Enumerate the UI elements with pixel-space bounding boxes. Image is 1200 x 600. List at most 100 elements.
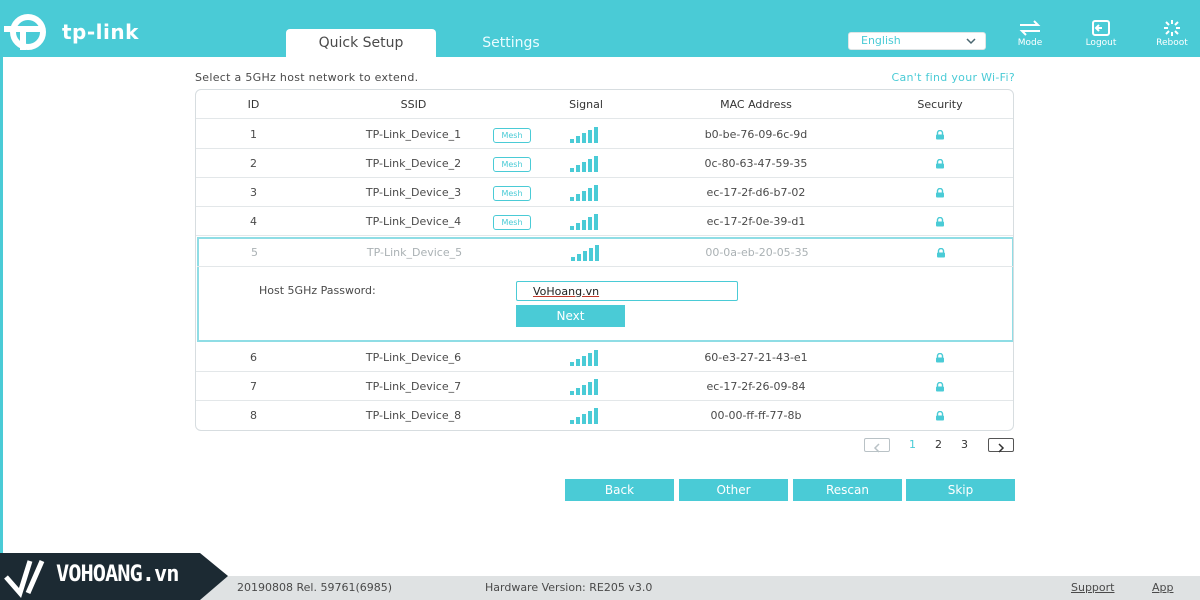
selected-network-panel: 5 TP-Link_Device_5 00-0a-eb-20-05-35 Hos… — [197, 237, 1013, 342]
signal-bar — [582, 414, 586, 424]
next-page-button[interactable] — [988, 438, 1014, 453]
signal-bar — [594, 127, 598, 143]
next-button[interactable]: Next — [516, 305, 625, 327]
signal-bar — [588, 217, 592, 230]
signal-icon — [546, 207, 626, 236]
language-select[interactable]: English — [848, 32, 986, 50]
chevron-down-icon — [966, 38, 976, 45]
signal-bar — [570, 226, 574, 230]
signal-bar — [576, 388, 580, 395]
lock-icon — [896, 149, 984, 178]
table-row[interactable]: 3 TP-Link_Device_3 Mesh ec-17-2f-d6-b7-0… — [196, 178, 1013, 207]
row-ssid: TP-Link_Device_5 — [366, 246, 463, 259]
signal-bars-icon — [570, 379, 598, 395]
signal-bar — [570, 197, 574, 201]
rescan-button[interactable]: Rescan — [793, 479, 902, 501]
table-row[interactable]: 8 TP-Link_Device_8 00-00-ff-ff-77-8b — [196, 401, 1013, 430]
tab-quick-setup[interactable]: Quick Setup — [286, 29, 436, 57]
table-row[interactable]: 7 TP-Link_Device_7 ec-17-2f-26-09-84 — [196, 372, 1013, 401]
logout-icon — [1092, 20, 1110, 36]
row-mac: ec-17-2f-26-09-84 — [706, 380, 806, 393]
signal-bar — [571, 257, 575, 261]
row-id: 4 — [250, 215, 257, 228]
row-mac: ec-17-2f-d6-b7-02 — [706, 186, 806, 199]
col-signal: Signal — [569, 98, 603, 111]
row-ssid: TP-Link_Device_8 — [365, 409, 462, 422]
signal-bar — [582, 162, 586, 172]
table-row-selected[interactable]: 5 TP-Link_Device_5 00-0a-eb-20-05-35 — [197, 238, 1013, 267]
page-3-link[interactable]: 3 — [961, 438, 968, 451]
instruction-text: Select a 5GHz host network to extend. — [195, 71, 419, 84]
lock-icon — [897, 238, 985, 267]
mode-button[interactable]: Mode — [1006, 20, 1054, 50]
row-id: 2 — [250, 157, 257, 170]
lock-icon — [896, 372, 984, 401]
row-ssid: TP-Link_Device_4 — [365, 215, 462, 228]
signal-bar — [577, 254, 581, 261]
lock-icon — [896, 178, 984, 207]
support-link[interactable]: Support — [1071, 581, 1114, 594]
row-ssid: TP-Link_Device_1 — [365, 128, 462, 141]
signal-bar — [582, 356, 586, 366]
reboot-label: Reboot — [1156, 38, 1188, 48]
network-table: ID SSID Signal MAC Address Security 1 TP… — [195, 89, 1014, 431]
signal-icon — [546, 178, 626, 207]
signal-bar — [594, 156, 598, 172]
password-label: Host 5GHz Password: — [259, 284, 376, 297]
lock-icon — [896, 343, 984, 372]
signal-bar — [588, 130, 592, 143]
signal-bar — [570, 391, 574, 395]
col-ssid: SSID — [400, 98, 427, 111]
cant-find-wifi-link[interactable]: Can't find your Wi-Fi? — [891, 71, 1015, 84]
signal-bar — [582, 191, 586, 201]
table-row[interactable]: 6 TP-Link_Device_6 60-e3-27-21-43-e1 — [196, 343, 1013, 372]
logout-button[interactable]: Logout — [1077, 20, 1125, 50]
mesh-badge: Mesh — [493, 215, 531, 230]
signal-bar — [576, 359, 580, 366]
signal-bar — [576, 417, 580, 424]
logout-label: Logout — [1085, 38, 1117, 48]
app-link[interactable]: App — [1152, 581, 1174, 594]
signal-icon — [546, 120, 626, 149]
signal-bar — [588, 353, 592, 366]
table-row[interactable]: 4 TP-Link_Device_4 Mesh ec-17-2f-0e-39-d… — [196, 207, 1013, 236]
row-ssid: TP-Link_Device_7 — [365, 380, 462, 393]
back-button[interactable]: Back — [565, 479, 674, 501]
chevron-right-icon — [998, 443, 1005, 453]
padlock-icon — [936, 216, 944, 227]
signal-bar — [583, 251, 587, 261]
table-row[interactable]: 2 TP-Link_Device_2 Mesh 0c-80-63-47-59-3… — [196, 149, 1013, 178]
signal-bar — [594, 408, 598, 424]
row-mac: 60-e3-27-21-43-e1 — [704, 351, 808, 364]
tab-settings[interactable]: Settings — [455, 29, 567, 57]
row-mac: 00-00-ff-ff-77-8b — [710, 409, 802, 422]
row-ssid: TP-Link_Device_2 — [365, 157, 462, 170]
signal-bar — [595, 245, 599, 261]
top-header: tp-link Quick Setup Settings English Mod… — [0, 0, 1200, 57]
signal-bar — [576, 223, 580, 230]
page-2-link[interactable]: 2 — [935, 438, 942, 451]
table-row[interactable]: 1 TP-Link_Device_1 Mesh b0-be-76-09-6c-9… — [196, 120, 1013, 149]
padlock-icon — [936, 129, 944, 140]
signal-bar — [570, 362, 574, 366]
mesh-badge: Mesh — [493, 186, 531, 201]
signal-bar — [594, 185, 598, 201]
password-input[interactable] — [516, 281, 738, 301]
signal-bar — [588, 159, 592, 172]
watermark-text: VOHOANG.vn — [56, 562, 179, 587]
row-id: 5 — [251, 246, 258, 259]
signal-bars-icon — [570, 185, 598, 201]
signal-bar — [594, 214, 598, 230]
reboot-button[interactable]: Reboot — [1148, 20, 1196, 50]
other-button[interactable]: Other — [679, 479, 788, 501]
chevron-left-icon — [873, 443, 880, 453]
prev-page-button[interactable] — [864, 438, 890, 453]
row-id: 8 — [250, 409, 257, 422]
signal-bar — [570, 420, 574, 424]
lock-icon — [896, 120, 984, 149]
page-1-link[interactable]: 1 — [909, 438, 916, 451]
skip-button[interactable]: Skip — [906, 479, 1015, 501]
row-mac: 0c-80-63-47-59-35 — [704, 157, 808, 170]
row-id: 1 — [250, 128, 257, 141]
table-header: ID SSID Signal MAC Address Security — [196, 90, 1013, 119]
